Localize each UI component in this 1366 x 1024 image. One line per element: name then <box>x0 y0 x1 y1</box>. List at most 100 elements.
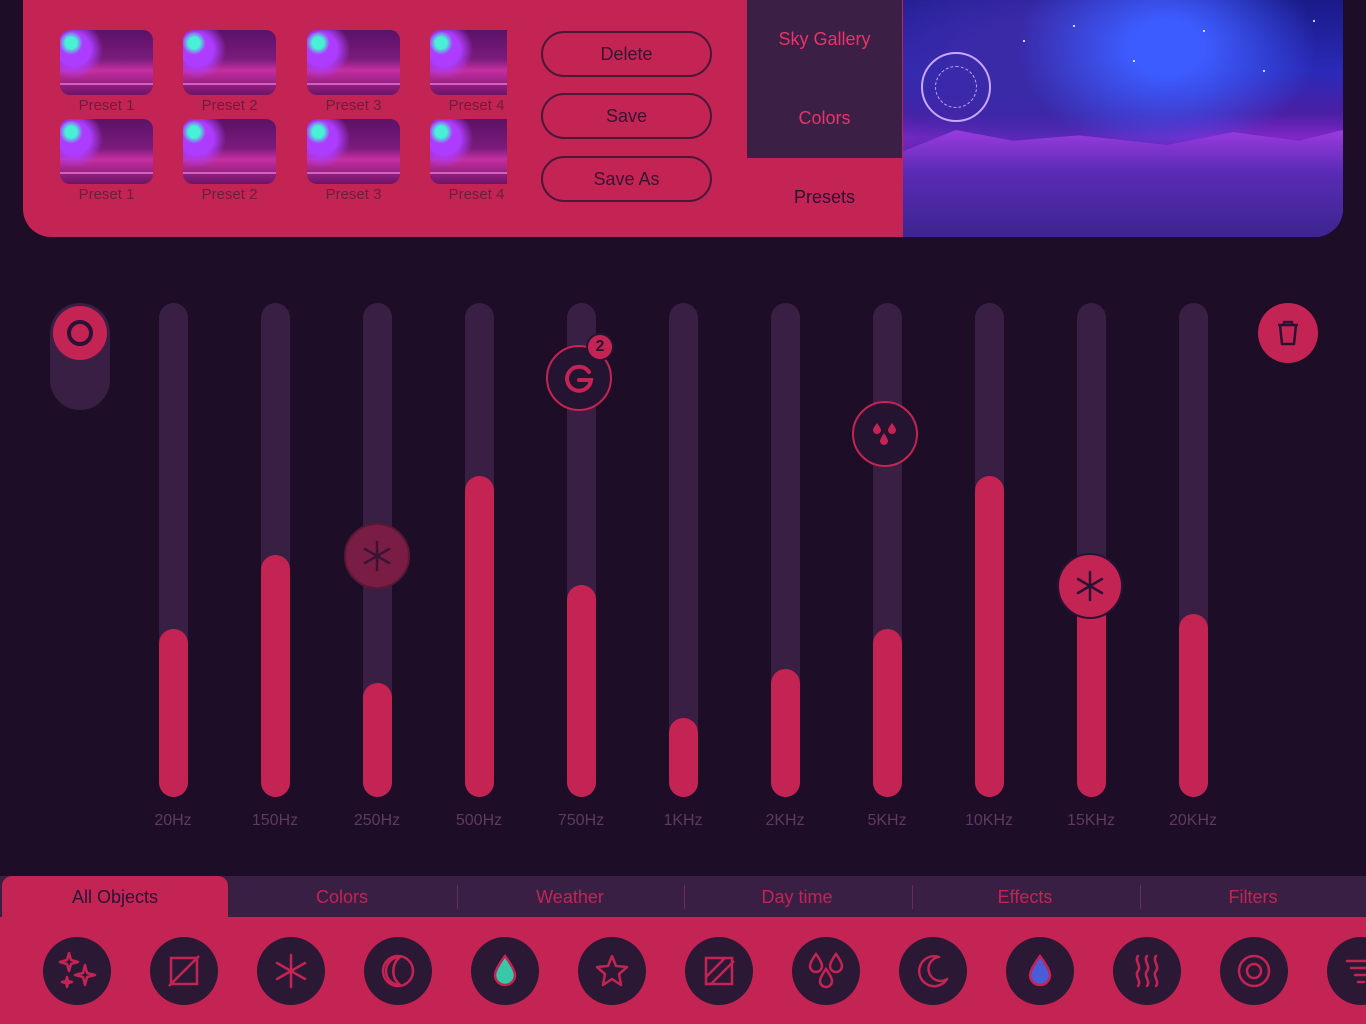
object-blue-drop[interactable] <box>1006 937 1074 1005</box>
tab-all-objects[interactable]: All Objects <box>2 876 228 918</box>
object-sparkles[interactable] <box>43 937 111 1005</box>
save-button[interactable]: Save <box>541 93 712 139</box>
eq-band-label: 20KHz <box>1168 812 1218 829</box>
tab-filters[interactable]: Filters <box>1140 876 1366 918</box>
snowflake-icon <box>275 953 307 989</box>
eq-band-slider[interactable] <box>771 303 800 797</box>
sky-preview-image <box>903 0 1343 237</box>
preset-tile[interactable]: Preset 3 <box>307 30 400 118</box>
no-image-icon <box>168 955 200 987</box>
tab-presets[interactable]: Presets <box>747 158 902 237</box>
object-crescent-moon[interactable] <box>899 937 967 1005</box>
tornado-icon <box>1345 959 1366 984</box>
eq-band-slider[interactable] <box>1077 303 1106 797</box>
moon-phase-icon <box>381 954 415 988</box>
eq-level-fill[interactable] <box>1077 590 1106 797</box>
eq-band-label: 20Hz <box>154 812 192 829</box>
object-heat-waves[interactable] <box>1113 937 1181 1005</box>
object-no-image[interactable] <box>150 937 218 1005</box>
object-square-slash[interactable] <box>685 937 753 1005</box>
delete-button[interactable]: Delete <box>541 31 712 77</box>
tab-effects[interactable]: Effects <box>912 876 1138 918</box>
eq-band-slider[interactable] <box>873 303 902 797</box>
snowflake-icon <box>1076 570 1104 602</box>
preset-thumbnail <box>60 30 153 95</box>
side-tabs: Sky Gallery Colors Presets <box>747 0 902 237</box>
eq-band-slider[interactable] <box>465 303 494 797</box>
eq-level-fill[interactable] <box>975 476 1004 797</box>
eq-level-fill[interactable] <box>669 718 698 797</box>
object-tornado[interactable] <box>1327 937 1366 1005</box>
trash-button[interactable] <box>1258 303 1318 363</box>
ferris-wheel <box>921 52 991 122</box>
preset-thumbnail <box>183 119 276 184</box>
eq-level-fill[interactable] <box>567 585 596 797</box>
tab-sky-gallery[interactable]: Sky Gallery <box>747 0 902 79</box>
count-badge: 2 <box>586 333 614 361</box>
eq-band-slider[interactable] <box>159 303 188 797</box>
crescent-moon-icon <box>917 955 949 988</box>
tab-weather[interactable]: Weather <box>457 876 683 918</box>
eq-level-fill[interactable] <box>465 476 494 797</box>
preset-tile[interactable]: Preset 3 <box>307 119 400 207</box>
preset-tile[interactable]: Preset 4 <box>430 30 507 118</box>
object-teal-drop[interactable] <box>471 937 539 1005</box>
save-as-button[interactable]: Save As <box>541 156 712 202</box>
trash-icon <box>1278 320 1298 346</box>
eq-band-slider[interactable] <box>975 303 1004 797</box>
tab-colors[interactable]: Colors <box>229 876 455 918</box>
target-icon <box>1237 954 1271 988</box>
power-toggle[interactable] <box>50 303 110 410</box>
eq-level-fill[interactable] <box>159 629 188 797</box>
rain-drops-icon <box>808 951 844 989</box>
eq-band-label: 250Hz <box>353 812 401 829</box>
marker-drops[interactable] <box>852 401 918 467</box>
category-tabbar: All Objects Colors Weather Day time Effe… <box>0 876 1366 918</box>
object-target[interactable] <box>1220 937 1288 1005</box>
object-star[interactable] <box>578 937 646 1005</box>
object-moon-phase[interactable] <box>364 937 432 1005</box>
landscape <box>903 130 1343 237</box>
preset-label: Preset 4 <box>448 97 505 114</box>
preset-label: Preset 4 <box>448 186 505 203</box>
eq-band-label: 15KHz <box>1066 812 1116 829</box>
eq-band-slider[interactable] <box>669 303 698 797</box>
eq-level-fill[interactable] <box>873 629 902 797</box>
preset-tile[interactable]: Preset 2 <box>183 119 276 207</box>
preset-thumbnail <box>430 119 507 184</box>
eq-band-label: 5KHz <box>867 812 907 829</box>
preset-label: Preset 3 <box>325 97 382 114</box>
eq-band-slider[interactable] <box>1179 303 1208 797</box>
eq-level-fill[interactable] <box>771 669 800 797</box>
eq-band-label: 150Hz <box>251 812 299 829</box>
object-snowflake[interactable] <box>257 937 325 1005</box>
marker-snowflake[interactable] <box>344 523 410 589</box>
eq-level-fill[interactable] <box>261 555 290 797</box>
square-slash-icon <box>704 956 735 986</box>
eq-level-fill[interactable] <box>1179 614 1208 797</box>
preset-thumbnail <box>430 30 507 95</box>
preset-tile[interactable]: Preset 4 <box>430 119 507 207</box>
preset-tile[interactable]: Preset 2 <box>183 30 276 118</box>
preset-label: Preset 3 <box>325 186 382 203</box>
sparkles-icon <box>58 951 97 989</box>
top-panel: Preset 1 Preset 2 Preset 3 Preset 4 Pres… <box>23 0 1343 237</box>
eq-band-slider[interactable] <box>261 303 290 797</box>
object-rain-drops[interactable] <box>792 937 860 1005</box>
eq-level-fill[interactable] <box>363 683 392 797</box>
toggle-knob[interactable] <box>53 306 107 360</box>
drops-icon <box>873 423 896 445</box>
tab-day-time[interactable]: Day time <box>684 876 910 918</box>
preset-label: Preset 2 <box>201 186 258 203</box>
marker-snowflake-active[interactable] <box>1057 553 1123 619</box>
tab-colors[interactable]: Colors <box>747 79 902 158</box>
blue-drop-icon <box>1028 953 1052 987</box>
preset-label: Preset 2 <box>201 97 258 114</box>
preset-thumbnail <box>307 119 400 184</box>
eq-band-label: 2KHz <box>765 812 805 829</box>
preset-tile[interactable]: Preset 1 <box>60 30 153 118</box>
eq-band-label: 500Hz <box>455 812 503 829</box>
preset-grid: Preset 1 Preset 2 Preset 3 Preset 4 Pres… <box>60 30 507 210</box>
preset-tile[interactable]: Preset 1 <box>60 119 153 207</box>
g-icon <box>565 364 594 393</box>
